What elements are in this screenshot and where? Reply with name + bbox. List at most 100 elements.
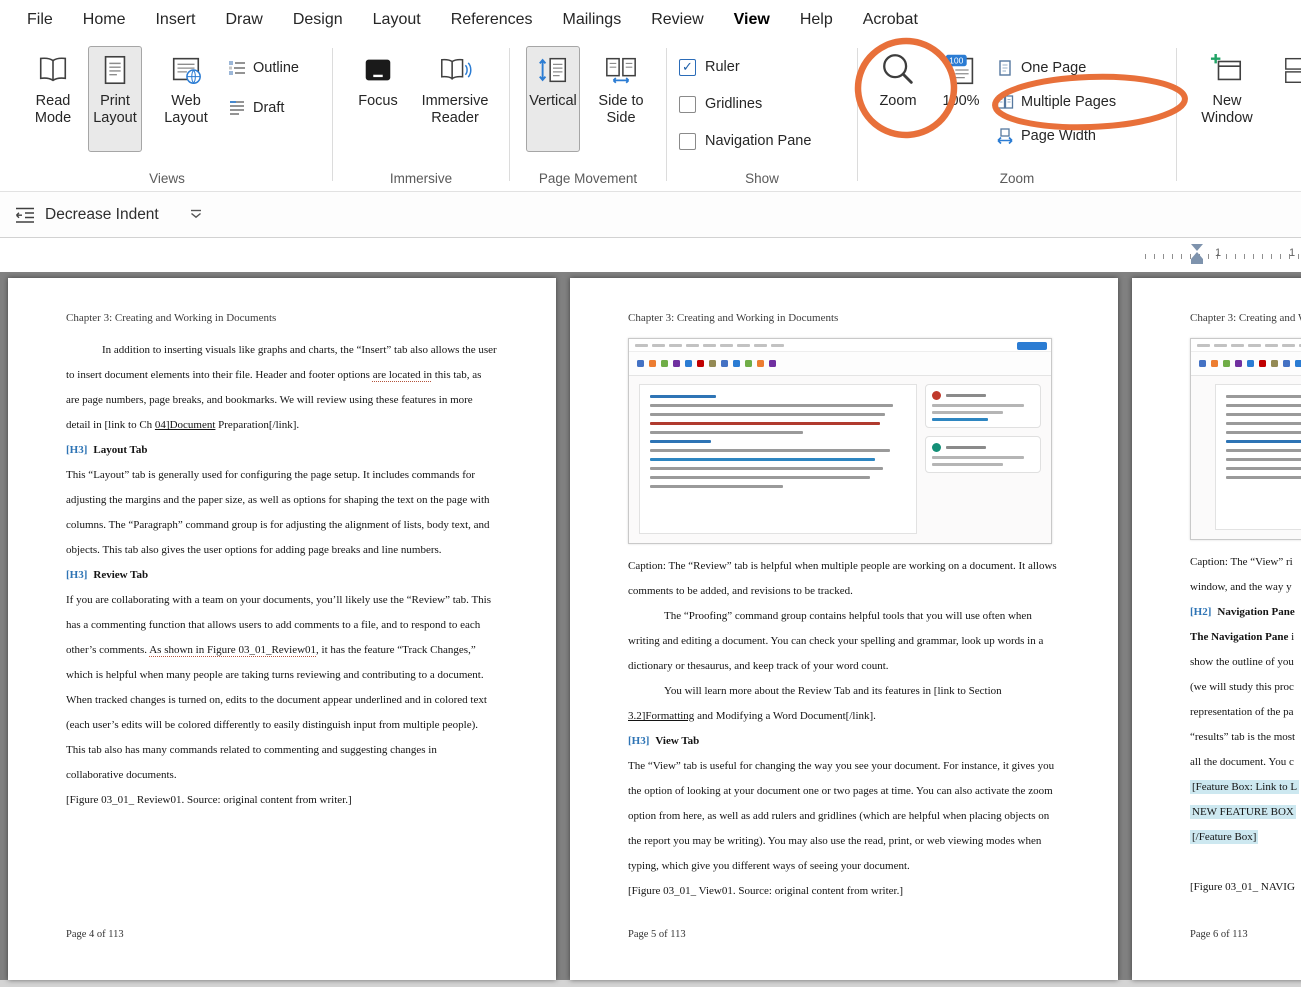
show-checkbox-list: ✓ Ruler Gridlines Navigation Pane [679,46,811,153]
doc-line-body: detail in [link to Ch 04]Document Prepar… [66,413,498,438]
highlighted-text: NEW FEATURE BOX [1190,805,1296,819]
page-6[interactable]: Chapter 3: Creating and Working in Docum… [1132,278,1301,980]
outline-icon [228,59,246,77]
heading-text: Review Tab [93,569,148,581]
menu-tab-design[interactable]: Design [278,11,358,29]
doc-line-body: adjusting the margins and the paper size… [66,488,498,513]
page-5[interactable]: Chapter 3: Creating and Working in Docum… [570,278,1118,980]
doc-line-body: objects. This tab also gives the user op… [66,538,498,563]
one-page-button[interactable]: One Page [996,56,1116,80]
highlighted-text: [Feature Box: Link to L [1190,780,1299,794]
doc-line-body: option from here, as well as add rulers … [628,804,1060,829]
read-mode-icon [34,51,72,89]
text-run: this tab, as [432,369,482,381]
new-window-icon [1208,51,1246,89]
read-mode-button[interactable]: Read Mode [24,46,82,152]
doc-line-highlight: NEW FEATURE BOX [1190,800,1301,825]
menu-tab-references[interactable]: References [436,11,548,29]
page-4[interactable]: Chapter 3: Creating and Working in Docum… [8,278,556,980]
outline-button[interactable]: Outline [228,56,299,80]
page-width-label: Page Width [1021,128,1096,144]
text-run: are located in [373,369,432,381]
decrease-indent-button[interactable]: Decrease Indent [14,205,159,225]
doc-line-h2: [H2]Navigation Pane [1190,600,1301,625]
doc-line-body: The “View” tab is useful for changing th… [628,754,1060,779]
page-header: Chapter 3: Creating and Working in Docum… [66,312,498,324]
ruler-band: 1 1 [0,238,1301,272]
doc-line-body: comments to be added, and revisions to b… [628,579,1060,604]
focus-label: Focus [358,93,398,110]
doc-line-body: the report you may be writing). You may … [628,829,1060,854]
horizontal-ruler[interactable]: 1 1 [1145,243,1301,267]
print-layout-button[interactable]: Print Layout [88,46,142,152]
side-to-side-button[interactable]: Side to Side [590,46,652,152]
text-run: detail in [link to Ch [66,419,155,431]
page-movement-group-label: Page Movement [510,171,666,186]
doc-line-body: (each user’s edits will be colored diffe… [66,713,498,738]
doc-line-body: representation of the pa [1190,700,1301,725]
page-body: In addition to inserting visuals like gr… [66,338,498,813]
menu-tab-home[interactable]: Home [68,11,141,29]
page-footer: Page 6 of 113 [1190,929,1248,940]
menu-tab-layout[interactable]: Layout [358,11,436,29]
menu-tab-draw[interactable]: Draw [210,11,277,29]
menu-tab-mailings[interactable]: Mailings [548,11,637,29]
text-run: and Modifying a Word Document[/link]. [694,710,876,722]
focus-button[interactable]: Focus [351,46,405,152]
dropdown-chevron-icon[interactable] [189,209,203,220]
doc-line-body: are page numbers, page breaks, and bookm… [66,388,498,413]
next-page-row-edge [0,980,1301,987]
draft-button[interactable]: Draft [228,96,299,120]
first-line-indent-marker[interactable] [1191,244,1203,251]
indent-marker[interactable] [1191,244,1203,264]
doc-line-h3: [H3]Review Tab [66,563,498,588]
new-window-label: New Window [1196,93,1258,126]
side-to-side-icon [602,51,640,89]
document-canvas[interactable]: Chapter 3: Creating and Working in Docum… [0,272,1301,987]
menu-tab-review[interactable]: Review [636,11,718,29]
doc-line-body: writing and editing a document. You can … [628,629,1060,654]
menu-tab-insert[interactable]: Insert [140,11,210,29]
menu-tab-view[interactable]: View [719,11,785,29]
immersive-reader-button[interactable]: Immersive Reader [411,46,499,152]
doc-line-body: “results” tab is the most [1190,725,1301,750]
zoom-100-icon: 100 [942,51,980,89]
heading-text: Layout Tab [93,444,147,456]
doc-line-body: typing, which give you different ways of… [628,854,1060,879]
draft-label: Draft [253,100,284,116]
menu-tab-file[interactable]: File [12,11,68,29]
checkbox-gridlines[interactable]: Gridlines [679,92,811,116]
vertical-button[interactable]: Vertical [526,46,580,152]
doc-line-h3: [H3]Layout Tab [66,438,498,463]
hanging-indent-marker[interactable] [1191,252,1203,259]
doc-line-h3: [H3]View Tab [628,729,1060,754]
doc-line-body: This “Layout” tab is generally used for … [66,463,498,488]
new-window-button[interactable]: New Window [1195,46,1259,152]
left-indent-marker[interactable] [1191,259,1203,264]
text-run: As shown in Figure 03_01_Review01 [149,644,316,656]
checkbox-ruler[interactable]: ✓ Ruler [679,55,811,79]
page-width-icon [996,127,1014,145]
zoom-100-button[interactable]: 100 100% [932,46,990,152]
mini-menubar [1191,339,1301,352]
menu-tab-help[interactable]: Help [785,11,848,29]
arrange-all-button[interactable] [1269,46,1301,152]
mini-comments-panel [925,384,1041,534]
zoom-label: Zoom [879,93,916,110]
menu-tab-acrobat[interactable]: Acrobat [848,11,933,29]
ribbon-group-zoom: Zoom 100 100% One Page [858,40,1176,191]
zoom-group-label: Zoom [858,171,1176,186]
zoom-button[interactable]: Zoom [866,46,930,152]
checkbox-box-icon: ✓ [679,59,696,76]
multiple-pages-button[interactable]: Multiple Pages [996,90,1116,114]
ruler-ticks [1145,254,1301,259]
doc-line-body: to insert document elements into their f… [66,363,498,388]
checkbox-label: Ruler [705,59,740,75]
text-run: 04]Document [155,419,215,431]
web-layout-button[interactable]: Web Layout [156,46,216,152]
page-width-button[interactable]: Page Width [996,124,1116,148]
vertical-label: Vertical [529,93,577,110]
text-run: other’s comments. [66,644,149,656]
page-footer: Page 4 of 113 [66,929,124,940]
checkbox-navigation-pane[interactable]: Navigation Pane [679,129,811,153]
